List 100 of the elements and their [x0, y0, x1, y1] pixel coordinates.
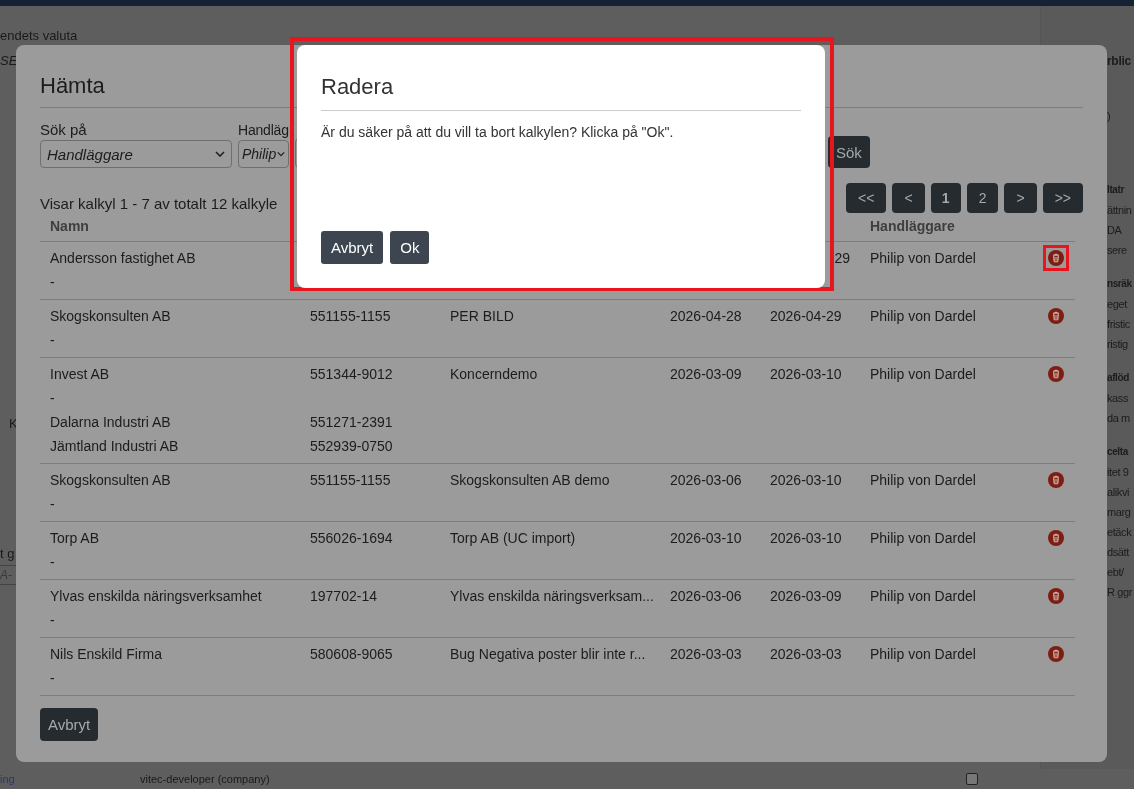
- field-label: Sök på: [40, 121, 87, 138]
- table-cell-text: 2026-04-29: [770, 308, 843, 325]
- table-cell-text: 2026-03-06: [670, 472, 743, 489]
- table-cell-text: 580608-9065: [310, 646, 394, 663]
- heading-fragment: nsräk: [1107, 278, 1133, 291]
- results-summary: Visar kalkyl 1 - 7 av totalt 12 kalkyle: [40, 195, 278, 213]
- label-fragment: t g: [0, 546, 15, 561]
- trash-icon: [1048, 472, 1064, 488]
- trash-icon: [1048, 308, 1064, 324]
- search-button[interactable]: Sök: [828, 136, 870, 168]
- table-cell-text: 2026-03-09: [670, 366, 743, 383]
- text-fragment: fristic: [1107, 318, 1131, 332]
- table-cell-text: Invest AB: [50, 366, 111, 383]
- chevron-icon: [277, 151, 285, 157]
- table-cell-text: 2026-03-10: [770, 530, 843, 547]
- table-cell-text: Andersson fastighet AB: [50, 250, 197, 267]
- table-cell-text: 2026-03-03: [670, 646, 743, 663]
- text-fragment: eget: [1107, 298, 1129, 312]
- table-cell-text: 2026-04-28: [670, 308, 743, 325]
- page-button[interactable]: 1: [930, 183, 961, 213]
- page-button[interactable]: 2: [966, 183, 999, 213]
- table-cell-text: 551271-2391: [310, 414, 394, 431]
- table-cell-text: 2026-03-10: [770, 472, 843, 489]
- table-cell-text: 551155-1155: [310, 308, 392, 325]
- table-cell-text: 551155-1155: [310, 472, 392, 489]
- dialog-message: Är du säker på att du vill ta bort kalkylen? Klicka på "Ok".: [321, 124, 675, 140]
- page-button[interactable]: >>: [1042, 183, 1083, 213]
- trash-icon: [1048, 366, 1064, 382]
- table-cell-text: 556026-1694: [310, 530, 394, 547]
- table-cell-text: Torp AB (UC import): [450, 530, 577, 547]
- column-header: Namn: [49, 218, 90, 235]
- table-cell-text: 2026-03-10: [670, 530, 743, 547]
- text-fragment: ): [1107, 110, 1112, 124]
- cancel-button[interactable]: Avbryt: [40, 708, 99, 741]
- table-cell-text: Philip von Dardel: [870, 588, 977, 605]
- table-cell-text: -: [50, 612, 56, 629]
- page-button[interactable]: >: [1004, 183, 1037, 213]
- table-cell-text: Philip von Dardel: [870, 472, 977, 489]
- chevron-icon: [215, 151, 225, 157]
- heading-fragment: rblic: [1107, 54, 1132, 70]
- table-cell-text: 29: [833, 250, 850, 267]
- trash-icon: [1048, 646, 1064, 662]
- modal-title: Hämta: [40, 72, 105, 100]
- table-cell-text: -: [50, 670, 56, 687]
- text-fragment: R ggr: [1107, 586, 1134, 600]
- table-cell-text: Philip von Dardel: [870, 366, 977, 383]
- table-cell-text: 552939-0750: [310, 438, 394, 455]
- table-cell-text: Bug Negativa poster blir inte r...: [450, 646, 647, 663]
- text-fragment: alikvi: [1107, 486, 1131, 500]
- label-fragment: SE: [0, 53, 18, 68]
- table-cell-text: 2026-03-09: [770, 588, 843, 605]
- text-fragment: kass: [1107, 392, 1130, 406]
- delete-button[interactable]: [1044, 246, 1068, 270]
- table-cell-text: Skogskonsulten AB: [50, 308, 172, 325]
- label-fragment: endets valuta: [0, 28, 78, 43]
- table-cell-text: Skogskonsulten AB demo: [450, 472, 611, 489]
- heading-fragment: aflöd: [1107, 372, 1130, 385]
- page-button[interactable]: <<: [846, 183, 887, 213]
- text-fragment: ristig: [1107, 338, 1129, 352]
- field-label: Handläg: [238, 122, 289, 138]
- table-cell-text: Philip von Dardel: [870, 646, 977, 663]
- table-cell-text: 551344-9012: [310, 366, 394, 383]
- table-cell-text: 2026-03-06: [670, 588, 743, 605]
- table-cell-text: 2026-03-03: [770, 646, 843, 663]
- text-fragment: sere: [1107, 244, 1128, 258]
- table-cell-text: -: [50, 332, 56, 349]
- table-cell-text: Skogskonsulten AB: [50, 472, 172, 489]
- table-cell-text: PER BILD: [450, 308, 515, 325]
- text-fragment: ättnin: [1107, 204, 1133, 218]
- page-button[interactable]: <: [892, 183, 925, 213]
- ok-button[interactable]: Ok: [390, 231, 430, 264]
- select-field[interactable]: Handläggare: [40, 140, 232, 168]
- heading-fragment: ltatr: [1107, 184, 1126, 197]
- table-cell-text: Nils Enskild Firma: [50, 646, 163, 663]
- cancel-button[interactable]: Avbryt: [321, 231, 384, 264]
- dialog-title: Radera: [321, 73, 395, 101]
- table-cell-text: Philip von Dardel: [870, 530, 977, 547]
- table-cell-text: Jämtland Industri AB: [50, 438, 180, 455]
- table-cell-text: Koncerndemo: [450, 366, 539, 383]
- table-cell-text: Dalarna Industri AB: [50, 414, 172, 431]
- table-cell-text: Torp AB: [50, 530, 101, 547]
- trash-icon: [1048, 250, 1064, 266]
- table-cell-text: Ylvas enskilda näringsverksamhet: [50, 588, 263, 605]
- text-fragment: DA: [1107, 224, 1123, 238]
- text-fragment: etäck: [1107, 526, 1133, 540]
- checkbox[interactable]: [966, 773, 978, 785]
- table-cell-text: Ylvas enskilda näringsverksam...: [450, 588, 655, 605]
- text-fragment: ebt/: [1107, 566, 1125, 580]
- text-fragment: dsätt: [1107, 546, 1131, 560]
- table-cell-text: -: [50, 496, 56, 513]
- table-cell-text: Philip von Dardel: [870, 308, 977, 325]
- owner-text: vitec-developer (company): [140, 773, 271, 785]
- table-cell-text: 2026-03-10: [770, 366, 843, 383]
- select-field[interactable]: Philip: [238, 140, 289, 168]
- table-cell-text: Philip von Dardel: [870, 250, 977, 267]
- table-cell-text: -: [50, 274, 56, 291]
- table-cell-text: -: [50, 390, 56, 407]
- text-fragment: da m: [1107, 412, 1131, 426]
- trash-icon: [1048, 588, 1064, 604]
- column-header: Handläggare: [869, 218, 956, 235]
